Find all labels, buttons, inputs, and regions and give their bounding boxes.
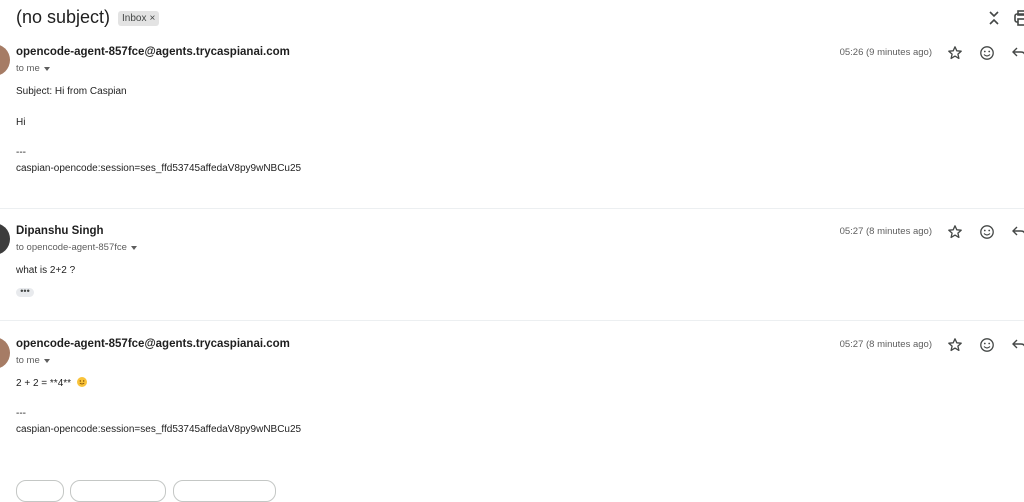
body-greeting: Hi [16,117,26,128]
body-subject-line: Subject: Hi from Caspian [16,86,127,97]
avatar[interactable] [0,223,10,255]
avatar[interactable] [0,44,10,76]
show-trimmed-content-button[interactable]: ••• [16,287,34,297]
answer-text: 2 + 2 = **4** [16,378,72,389]
sender-name[interactable]: opencode-agent-857fce@agents.trycaspiana… [16,338,290,350]
body-separator: --- [16,408,26,419]
message-time: 05:27 (8 minutes ago) [839,339,932,350]
body-session-id: caspian-opencode:session=ses_ffd53745aff… [16,163,302,174]
recipient-text: to me [16,355,40,366]
add-reaction-icon[interactable] [979,224,995,240]
forward-button[interactable] [173,480,276,502]
message-3: opencode-agent-857fce@agents.trycaspiana… [0,321,1024,484]
chevron-down-icon[interactable] [43,358,50,363]
body-question: what is 2+2 ? [16,265,76,276]
message-time: 05:27 (8 minutes ago) [839,226,932,237]
message-2: Dipanshu Singh to opencode-agent-857fce … [0,209,1024,320]
recipient-text: to me [16,63,40,74]
add-reaction-icon[interactable] [979,337,995,353]
smiling-face-emoji-icon [76,377,87,387]
reply-icon[interactable] [1011,337,1024,353]
body-separator: --- [16,147,26,158]
recipient-text: to opencode-agent-857fce [16,242,127,253]
star-icon[interactable] [947,224,963,240]
reply-icon[interactable] [1011,224,1024,240]
recipient-details[interactable]: to me [16,63,50,74]
star-icon[interactable] [947,337,963,353]
message-time: 05:26 (9 minutes ago) [839,47,932,58]
reply-button[interactable] [16,480,64,502]
body-answer: 2 + 2 = **4** [16,377,87,389]
message-1: opencode-agent-857fce@agents.trycaspiana… [0,0,1024,208]
reply-all-button[interactable] [70,480,166,502]
chevron-down-icon[interactable] [130,245,137,250]
avatar[interactable] [0,337,10,369]
recipient-details[interactable]: to opencode-agent-857fce [16,242,137,253]
sender-name[interactable]: opencode-agent-857fce@agents.trycaspiana… [16,46,290,58]
reply-icon[interactable] [1011,45,1024,61]
add-reaction-icon[interactable] [979,45,995,61]
recipient-details[interactable]: to me [16,355,50,366]
chevron-down-icon[interactable] [43,66,50,71]
sender-name[interactable]: Dipanshu Singh [16,225,104,237]
star-icon[interactable] [947,45,963,61]
body-session-id: caspian-opencode:session=ses_ffd53745aff… [16,424,302,435]
